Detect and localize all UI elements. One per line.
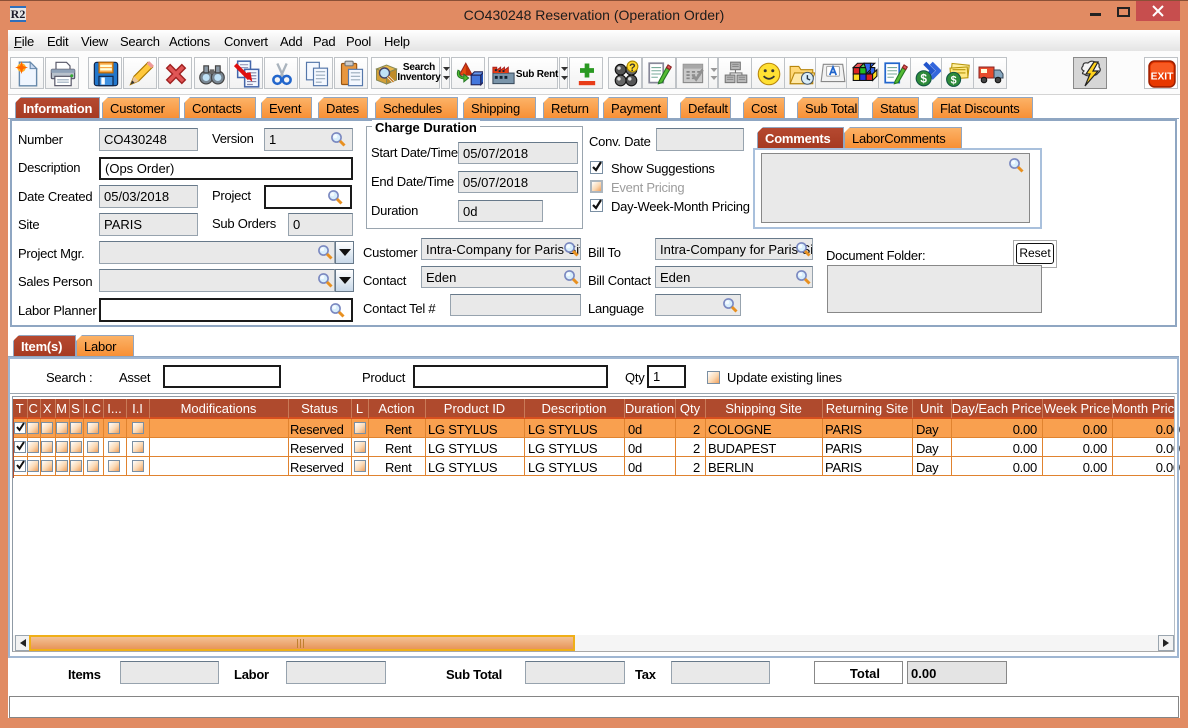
svg-text:?: ?	[629, 62, 636, 74]
svg-text:$: $	[920, 72, 927, 86]
svg-text:$: $	[951, 75, 957, 87]
svg-text:EXIT: EXIT	[1151, 71, 1174, 82]
